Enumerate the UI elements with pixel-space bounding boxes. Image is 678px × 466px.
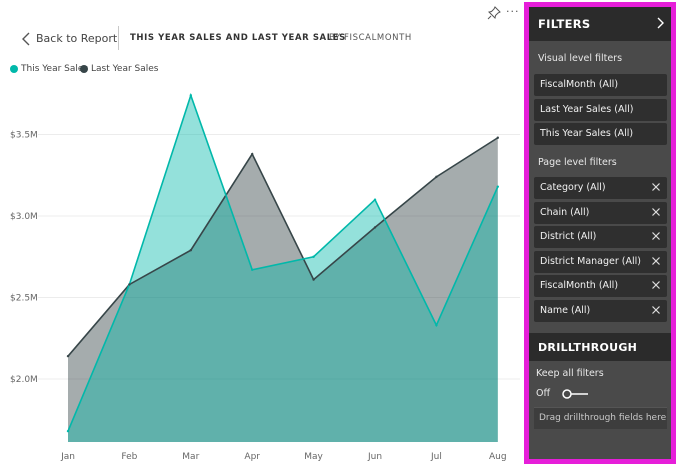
filter-label: FiscalMonth (All) (540, 79, 619, 90)
data-point-last-year (251, 152, 254, 156)
data-point-last-year (189, 249, 192, 252)
close-icon[interactable] (651, 182, 661, 192)
data-point-this-year (312, 255, 315, 258)
report-area: Back to Report THIS YEAR SALES AND LAST … (2, 2, 523, 464)
x-tick-label: Feb (121, 452, 137, 462)
data-point-last-year (496, 136, 499, 139)
visual-level-filters-heading: Visual level filters (538, 53, 623, 64)
visual-filter-card[interactable]: FiscalMonth (All) (534, 74, 667, 96)
page-filter-card[interactable]: Name (All) (534, 300, 667, 322)
keep-filters-toggle[interactable] (562, 388, 590, 400)
page-filter-card[interactable]: Chain (All) (534, 201, 667, 224)
data-point-last-year (312, 278, 315, 281)
filter-label: FiscalMonth (All) (540, 280, 619, 292)
drillthrough-drop-zone[interactable]: Drag drillthrough fields here (534, 407, 667, 429)
y-tick-label: $3.0M (10, 212, 38, 222)
data-point-this-year (496, 185, 499, 188)
close-icon[interactable] (651, 207, 661, 217)
data-point-last-year (435, 175, 438, 179)
data-point-last-year (66, 354, 70, 358)
data-point-this-year (251, 268, 254, 271)
filters-title: FILTERS (538, 17, 591, 31)
filters-pane: FILTERS Visual level filters FiscalMonth… (529, 7, 671, 459)
close-icon[interactable] (651, 280, 661, 290)
x-tick-label: May (304, 452, 323, 462)
close-icon[interactable] (651, 305, 661, 315)
filter-label: District (All) (540, 231, 597, 243)
x-tick-label: Mar (182, 452, 199, 462)
data-point-this-year (66, 429, 70, 433)
x-tick-label: Aug (489, 452, 507, 462)
visual-filter-card[interactable]: Last Year Sales (All) (534, 98, 667, 121)
filter-label: Category (All) (540, 182, 606, 193)
area-chart[interactable]: $2.0M $2.5M $3.0M $3.5M Jan Feb Mar Apr May Jun Ju… (2, 2, 523, 464)
filter-label: Last Year Sales (All) (540, 103, 634, 115)
drop-zone-label: Drag drillthrough fields here (539, 413, 667, 423)
visual-filter-card[interactable]: This Year Sales (All) (534, 123, 667, 146)
data-point-this-year (189, 94, 192, 97)
x-tick-label: Apr (244, 452, 260, 462)
filter-label: District Manager (All) (540, 255, 641, 267)
y-tick-label: $2.0M (10, 375, 38, 385)
toggle-state-label: Off (536, 388, 551, 399)
filters-header: FILTERS (529, 7, 671, 41)
drillthrough-header: DRILLTHROUGH (529, 333, 671, 361)
x-tick-label: Jul (430, 452, 442, 462)
page-filter-card[interactable]: District Manager (All) (534, 250, 667, 273)
close-icon[interactable] (651, 256, 661, 266)
filter-label: This Year Sales (All) (540, 128, 634, 140)
page-filter-card[interactable]: District (All) (534, 226, 667, 249)
page-filter-card[interactable]: FiscalMonth (All) (534, 275, 667, 298)
drillthrough-title: DRILLTHROUGH (538, 341, 638, 354)
chevron-right-icon[interactable] (655, 17, 665, 29)
y-tick-label: $3.5M (10, 131, 38, 141)
app-frame: Back to Report THIS YEAR SALES AND LAST … (0, 0, 678, 466)
keep-all-filters-label: Keep all filters (536, 368, 604, 379)
data-point-last-year (128, 283, 131, 286)
x-tick-label: Jan (60, 452, 75, 462)
close-icon[interactable] (651, 231, 661, 241)
y-tick-label: $2.5M (10, 294, 38, 304)
filter-label: Chain (All) (540, 206, 590, 218)
filter-label: Name (All) (540, 305, 591, 316)
page-filter-card[interactable]: Category (All) (534, 177, 667, 199)
data-point-last-year (373, 226, 377, 229)
data-point-this-year (435, 324, 438, 327)
x-tick-label: Jun (367, 452, 382, 462)
page-level-filters-heading: Page level filters (538, 157, 617, 168)
data-point-this-year (373, 198, 377, 201)
